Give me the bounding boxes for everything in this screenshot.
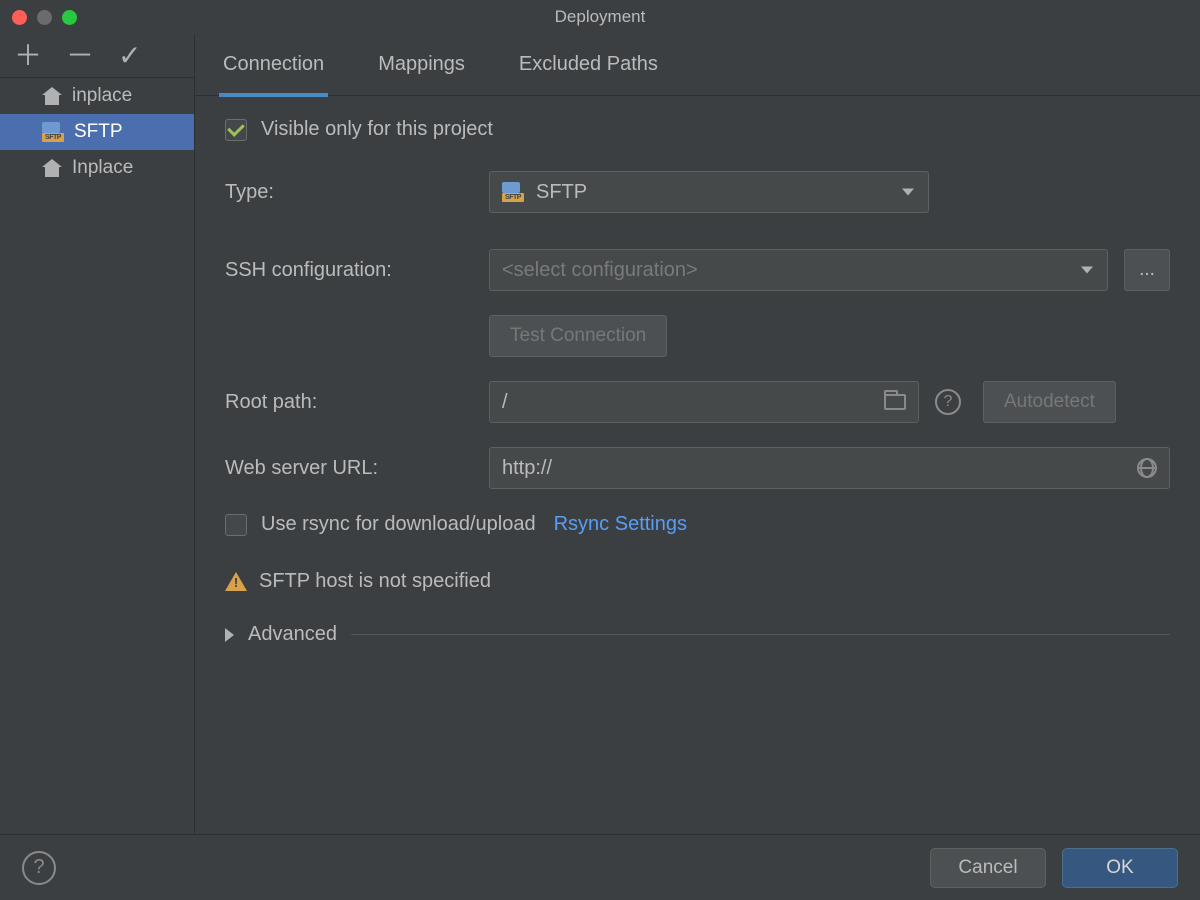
- dialog-help-icon[interactable]: ?: [22, 851, 56, 885]
- sidebar-toolbar: ＋ － ✓: [0, 34, 194, 78]
- visible-only-label: Visible only for this project: [261, 118, 493, 141]
- advanced-row: Advanced: [225, 623, 1170, 646]
- advanced-disclosure-icon[interactable]: [225, 628, 234, 642]
- globe-icon[interactable]: [1137, 458, 1157, 478]
- button-label: Cancel: [958, 857, 1017, 879]
- web-url-row: Web server URL:: [225, 447, 1170, 489]
- type-select[interactable]: SFTP SFTP: [489, 171, 929, 213]
- window-title: Deployment: [0, 7, 1200, 27]
- visible-only-row: Visible only for this project: [225, 118, 1170, 141]
- warning-text: SFTP host is not specified: [259, 570, 491, 593]
- root-path-row: Root path: ? Autodetect: [225, 381, 1170, 423]
- button-label: OK: [1106, 857, 1133, 879]
- ok-button[interactable]: OK: [1062, 848, 1178, 888]
- server-item-label: SFTP: [74, 121, 123, 143]
- set-default-icon[interactable]: ✓: [118, 42, 141, 70]
- dialog-footer: ? Cancel OK: [0, 834, 1200, 900]
- connection-panel: Visible only for this project Type: SFTP…: [195, 96, 1200, 834]
- warning-row: SFTP host is not specified: [225, 570, 1170, 593]
- tab-mappings[interactable]: Mappings: [378, 34, 465, 96]
- server-item-label: Inplace: [72, 157, 133, 179]
- house-icon: [42, 87, 62, 105]
- test-connection-button[interactable]: Test Connection: [489, 315, 667, 357]
- server-item-sftp[interactable]: SFTP SFTP: [0, 114, 194, 150]
- server-item-inplace-2[interactable]: Inplace: [0, 150, 194, 186]
- web-url-input[interactable]: [489, 447, 1170, 489]
- cancel-button[interactable]: Cancel: [930, 848, 1046, 888]
- visible-only-checkbox[interactable]: [225, 119, 247, 141]
- ssh-config-row: SSH configuration: <select configuration…: [225, 249, 1170, 291]
- tab-label: Connection: [223, 53, 324, 76]
- web-url-label: Web server URL:: [225, 457, 489, 480]
- server-list: inplace SFTP SFTP Inplace: [0, 78, 194, 186]
- ssh-config-label: SSH configuration:: [225, 259, 489, 282]
- root-path-field[interactable]: [502, 391, 884, 414]
- ellipsis-icon: ...: [1139, 259, 1155, 281]
- root-path-label: Root path:: [225, 391, 489, 414]
- button-label: Test Connection: [510, 325, 646, 347]
- type-row: Type: SFTP SFTP: [225, 171, 1170, 213]
- tab-label: Mappings: [378, 53, 465, 76]
- autodetect-button[interactable]: Autodetect: [983, 381, 1116, 423]
- folder-icon[interactable]: [884, 394, 906, 410]
- chevron-down-icon: [1081, 267, 1093, 274]
- type-value: SFTP: [536, 181, 587, 204]
- remove-server-icon[interactable]: －: [66, 42, 94, 70]
- warning-icon: [225, 572, 247, 591]
- tab-bar: Connection Mappings Excluded Paths: [195, 34, 1200, 96]
- ssh-config-select[interactable]: <select configuration>: [489, 249, 1108, 291]
- tab-connection[interactable]: Connection: [223, 34, 324, 96]
- rsync-settings-link[interactable]: Rsync Settings: [554, 513, 687, 536]
- chevron-down-icon: [902, 189, 914, 196]
- tab-excluded-paths[interactable]: Excluded Paths: [519, 34, 658, 96]
- server-item-inplace[interactable]: inplace: [0, 78, 194, 114]
- rsync-label: Use rsync for download/upload: [261, 513, 536, 536]
- rsync-checkbox[interactable]: [225, 514, 247, 536]
- ssh-config-placeholder: <select configuration>: [502, 259, 698, 282]
- type-label: Type:: [225, 181, 489, 204]
- rsync-row: Use rsync for download/upload Rsync Sett…: [225, 513, 1170, 536]
- divider: [351, 634, 1170, 635]
- server-sidebar: ＋ － ✓ inplace SFTP SFTP Inplace: [0, 34, 195, 834]
- server-item-label: inplace: [72, 85, 132, 107]
- add-server-icon[interactable]: ＋: [14, 42, 42, 70]
- sftp-icon: SFTP: [42, 122, 64, 142]
- house-icon: [42, 159, 62, 177]
- ssh-config-browse-button[interactable]: ...: [1124, 249, 1170, 291]
- tab-label: Excluded Paths: [519, 53, 658, 76]
- sftp-icon: SFTP: [502, 182, 524, 202]
- web-url-field[interactable]: [502, 457, 1137, 480]
- content-area: Connection Mappings Excluded Paths Visib…: [195, 34, 1200, 834]
- root-path-help-icon[interactable]: ?: [935, 389, 961, 415]
- test-connection-row: Test Connection: [225, 315, 1170, 357]
- title-bar: Deployment: [0, 0, 1200, 34]
- advanced-label[interactable]: Advanced: [248, 623, 337, 646]
- button-label: Autodetect: [1004, 391, 1095, 413]
- root-path-input[interactable]: [489, 381, 919, 423]
